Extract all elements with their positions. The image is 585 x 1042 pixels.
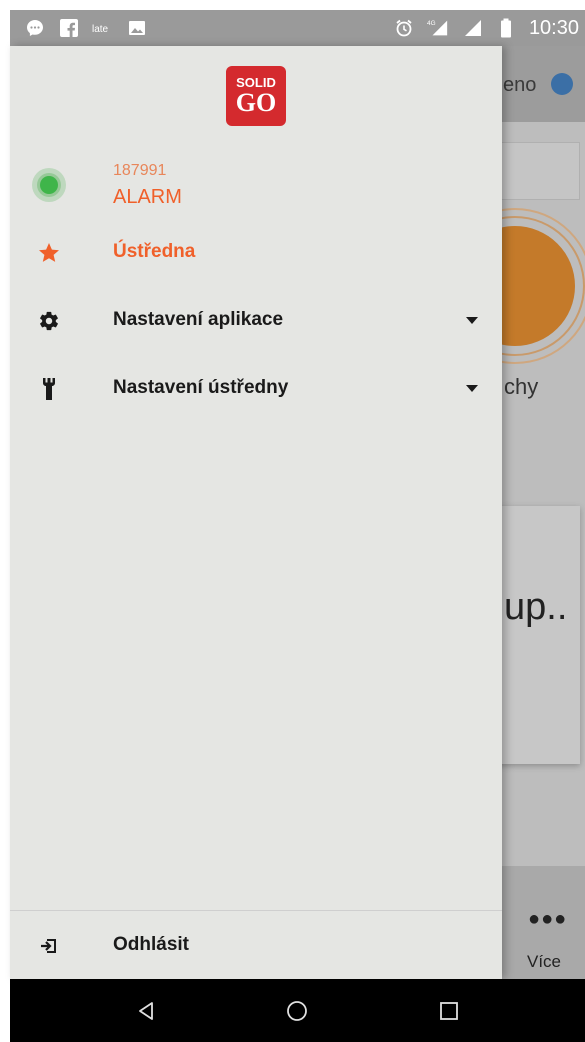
home-icon[interactable] [277,991,317,1031]
menu-item-app-settings[interactable]: Nastavení aplikace [10,296,502,346]
battery-icon [495,17,517,39]
wrench-icon [36,376,62,402]
menu-item-label: Ústředna [113,241,196,262]
clock-time: 10:30 [528,16,579,39]
status-bar: late 4G 10:30 [10,10,585,46]
signal-icon [461,17,483,39]
drawer-divider [10,910,502,911]
star-icon [36,240,62,266]
svg-text:late: late [92,24,109,35]
background-card-label: chy [504,374,539,399]
gear-icon [36,308,62,334]
alarm-clock-icon [393,17,415,39]
loading-text: up.. [504,586,568,628]
account-name: ALARM [113,186,182,208]
more-label: Více [527,952,562,971]
logout-button[interactable]: Odhlásit [10,921,502,971]
logo-text-bottom: GO [235,88,277,117]
chevron-down-icon[interactable] [466,317,478,324]
menu-item-ustredna[interactable]: Ústředna [10,228,502,278]
system-nav-bar [10,979,585,1042]
messenger-icon [24,17,46,39]
menu-item-label: Nastavení aplikace [113,309,284,330]
recents-icon[interactable] [429,991,469,1031]
menu-item-panel-settings[interactable]: Nastavení ústředny [10,364,502,414]
svg-text:4G: 4G [427,20,436,27]
online-status-icon [32,168,66,202]
back-icon[interactable] [126,991,166,1031]
connection-status-dot [551,73,573,95]
logout-icon [36,933,62,959]
connection-status-text: eno [503,74,537,96]
facebook-icon [58,17,80,39]
app-icon: late [92,17,114,39]
chevron-down-icon[interactable] [466,385,478,392]
logout-label: Odhlásit [113,934,190,955]
account-id: 187991 [113,162,167,179]
navigation-drawer: SOLID GO 187991 ALARM Ústředna Nastavení… [10,46,502,979]
solid-go-logo: SOLID GO [226,66,286,126]
account-item[interactable]: 187991 ALARM [10,156,502,214]
image-icon [126,17,148,39]
background-card [500,142,580,200]
menu-item-label: Nastavení ústředny [113,377,289,398]
more-dots-icon: ●●● [528,908,568,930]
4g-signal-icon: 4G [427,17,449,39]
